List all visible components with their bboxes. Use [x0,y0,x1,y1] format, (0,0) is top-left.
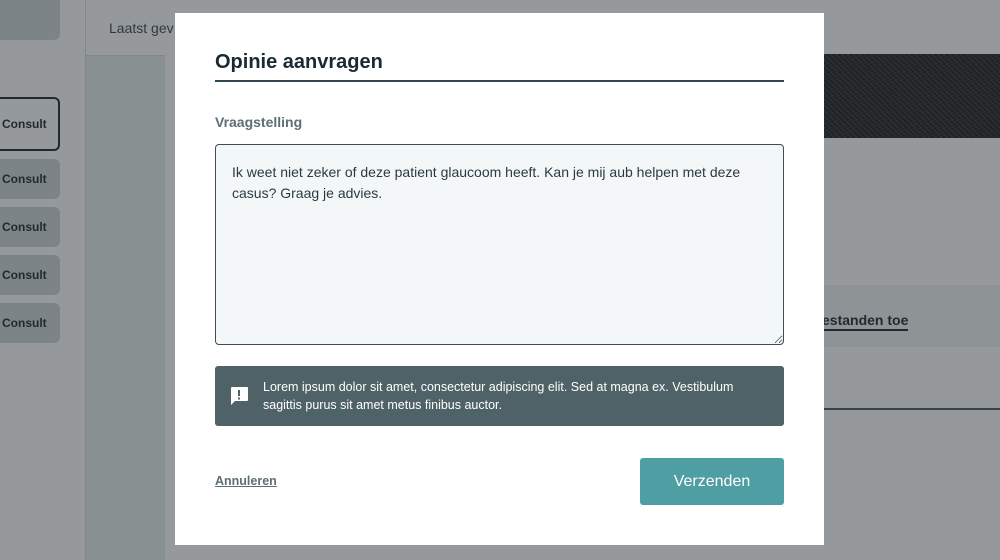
cancel-link[interactable]: Annuleren [215,474,277,488]
info-alert: Lorem ipsum dolor sit amet, consectetur … [215,366,784,426]
question-textarea[interactable] [215,144,784,345]
opinion-request-modal: Opinie aanvragen Vraagstelling Lorem ips… [175,13,824,545]
send-button[interactable]: Verzenden [640,458,784,505]
question-label: Vraagstelling [215,114,303,130]
title-divider [215,80,784,82]
modal-title: Opinie aanvragen [215,51,383,73]
alert-message-icon [227,384,251,408]
alert-text: Lorem ipsum dolor sit amet, consectetur … [263,380,734,412]
